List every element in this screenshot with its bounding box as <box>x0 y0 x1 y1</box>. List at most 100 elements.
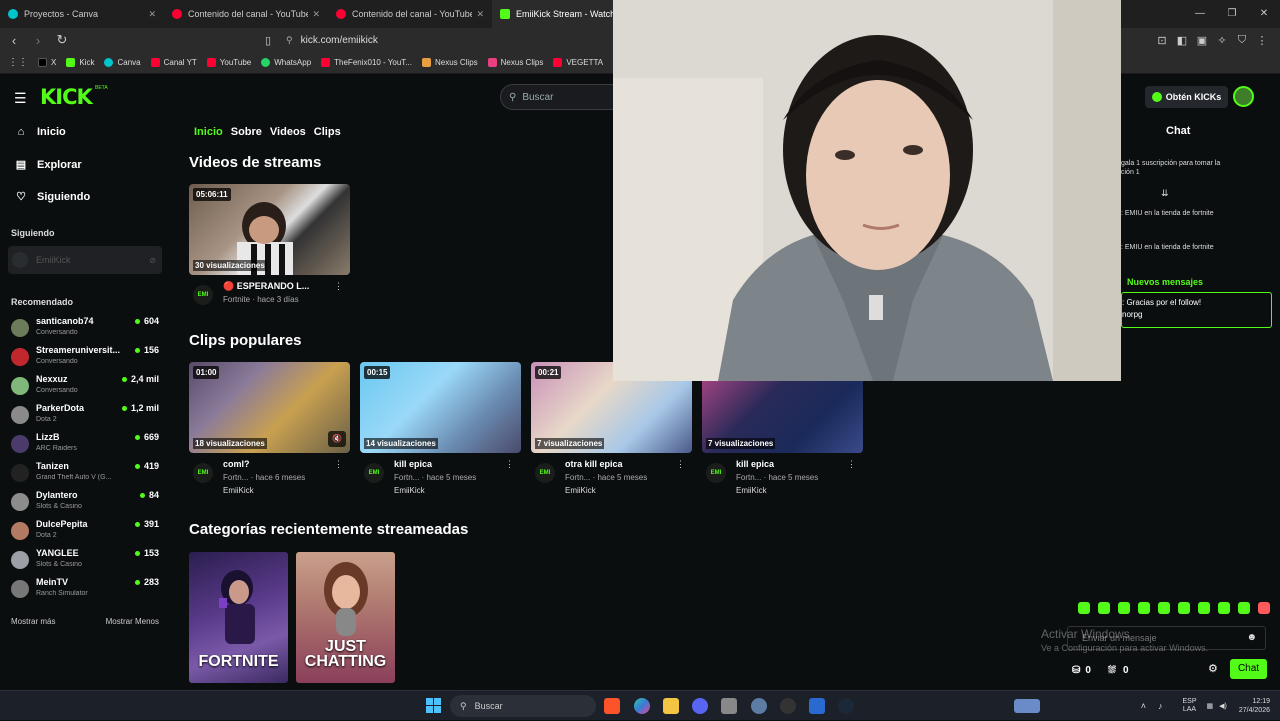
close-window-icon[interactable]: ✕ <box>1248 0 1280 28</box>
clip-card[interactable]: 00:15 14 visualizaciones EMI kill epica Fort… <box>360 362 521 497</box>
recommended-channel[interactable]: Streameruniversit... Conversando 156 <box>11 345 159 373</box>
collections-icon[interactable]: ▣ <box>1192 34 1212 47</box>
clock[interactable]: 12:19 27/4/2026 <box>1239 697 1270 715</box>
sidebar-icon[interactable]: ◧ <box>1172 34 1192 47</box>
volume-icon[interactable]: ◀) <box>1219 702 1227 710</box>
recommended-channel[interactable]: ParkerDota Dota 2 1,2 mil <box>11 403 159 431</box>
file-explorer-icon[interactable] <box>663 698 679 714</box>
clip-card[interactable]: 00:21 7 visualizaciones EMI otra kill epica… <box>531 362 692 497</box>
clip-card[interactable]: 01:00 18 visualizaciones 🔇 EMI coml? Fortn...… <box>189 362 350 497</box>
send-chat-button[interactable]: Chat <box>1230 659 1267 679</box>
sidebar-item-inicio[interactable]: ⌂ Inicio <box>14 126 66 138</box>
close-icon[interactable]: ✕ <box>148 9 156 20</box>
bookmark-vegetta[interactable]: VEGETTA <box>553 58 603 67</box>
emote-icon[interactable] <box>1078 602 1090 614</box>
emote-icon[interactable] <box>1258 602 1270 614</box>
recommended-channel[interactable]: Nexxuz Conversando 2,4 mil <box>11 374 159 402</box>
clip-thumbnail[interactable]: 01:00 18 visualizaciones 🔇 <box>189 362 350 453</box>
recommended-channel[interactable]: YANGLEE Slots & Casino 153 <box>11 548 159 576</box>
recommended-channel[interactable]: MeinTV Ranch Simulator 283 <box>11 577 159 605</box>
taskbar-search[interactable]: ⚲ Buscar <box>450 695 1040 717</box>
more-options-icon[interactable]: ⋮ <box>505 459 514 470</box>
emoji-icon[interactable]: ☻ <box>1246 632 1257 643</box>
clip-author[interactable]: EmiiKick <box>394 486 425 495</box>
new-messages-label[interactable]: Nuevos mensajes <box>1127 277 1203 287</box>
menu-icon[interactable]: ⋮ <box>1252 34 1272 47</box>
chevron-up-icon[interactable]: ˄ <box>1141 701 1146 711</box>
windows-start-icon[interactable] <box>426 698 441 713</box>
minimize-icon[interactable]: — <box>1184 0 1216 28</box>
more-options-icon[interactable]: ⋮ <box>847 459 856 470</box>
copilot-icon[interactable] <box>634 698 650 714</box>
obs-icon[interactable] <box>780 698 796 714</box>
emote-icon[interactable] <box>1098 602 1110 614</box>
get-kicks-button[interactable]: Obtén KICKs <box>1145 86 1228 108</box>
video-title[interactable]: 🔴 ESPERANDO L... <box>223 281 323 292</box>
close-icon[interactable]: ✕ <box>312 9 320 20</box>
clip-title[interactable]: kill epica <box>394 459 494 469</box>
gifts-balance[interactable]: ⛆ 0 <box>1108 660 1129 680</box>
tab-sobre[interactable]: Sobre <box>231 126 262 138</box>
language-indicator[interactable]: ESP LAA <box>1182 698 1196 714</box>
reload-icon[interactable]: ↻ <box>52 32 72 48</box>
clip-card[interactable]: 7 visualizaciones EMI kill epica Fortn... ·… <box>702 362 863 497</box>
maximize-icon[interactable]: ❐ <box>1216 0 1248 28</box>
steam-icon[interactable] <box>838 698 854 714</box>
more-options-icon[interactable]: ⋮ <box>676 459 685 470</box>
app-icon[interactable] <box>809 698 825 714</box>
emote-icon[interactable] <box>1198 602 1210 614</box>
new-messages-box[interactable]: : Gracias por el follow! norpg <box>1121 292 1272 328</box>
recommended-channel[interactable]: santicanob74 Conversando 604 <box>11 316 159 344</box>
clip-thumbnail[interactable]: 00:15 14 visualizaciones <box>360 362 521 453</box>
chat-settings-icon[interactable]: ⚙ <box>1208 662 1218 675</box>
show-more-button[interactable]: Mostrar más <box>11 617 55 626</box>
brave-icon[interactable] <box>604 698 620 714</box>
clip-author[interactable]: EmiiKick <box>736 486 767 495</box>
site-info-icon[interactable]: ⚲ <box>286 35 293 46</box>
emote-icon[interactable] <box>1118 602 1130 614</box>
shield-icon[interactable]: ⛉ <box>1232 34 1252 47</box>
sidebar-item-siguiendo[interactable]: ♡ Siguiendo <box>14 190 90 204</box>
bookmark-canal-yt[interactable]: Canal YT <box>150 58 197 67</box>
emote-icon[interactable] <box>1178 602 1190 614</box>
show-less-button[interactable]: Mostrar Menos <box>106 617 159 626</box>
recommended-channel[interactable]: Dylantero Slots & Casino 84 <box>11 490 159 518</box>
more-options-icon[interactable]: ⋮ <box>334 281 343 292</box>
sidebar-item-explorar[interactable]: ▤ Explorar <box>14 158 82 172</box>
user-avatar[interactable] <box>1233 86 1254 107</box>
browser-tab-youtube-studio-2[interactable]: Contenido del canal - YouTube Studio ✕ <box>328 0 492 28</box>
bookmark-thefenix[interactable]: TheFenix010 - YouT... <box>321 58 412 67</box>
clip-author[interactable]: EmiiKick <box>565 486 596 495</box>
forward-icon[interactable]: › <box>28 33 48 48</box>
clip-author[interactable]: EmiiKick <box>223 486 254 495</box>
browser-tab-canva[interactable]: Proyectos - Canva ✕ <box>0 0 164 28</box>
close-icon[interactable]: ✕ <box>476 9 484 20</box>
bookmark-nexus-clips-2[interactable]: Nexus Clips <box>487 58 543 67</box>
category-card-fortnite[interactable]: FORTNITE <box>189 552 288 683</box>
video-card[interactable]: 05:06:11 30 visualizaciones EMI 🔴 ESPERA… <box>189 184 350 314</box>
kick-logo[interactable]: KICK <box>40 85 93 109</box>
mute-icon[interactable]: 🔇 <box>328 431 346 447</box>
tab-inicio[interactable]: Inicio <box>194 126 223 138</box>
extensions-icon[interactable]: ✧ <box>1212 34 1232 47</box>
recommended-channel[interactable]: LizzB ARC Raiders 669 <box>11 432 159 460</box>
chat-scroll-down-icon[interactable]: ⇊ <box>1161 188 1169 199</box>
following-channel-emiikick[interactable]: EmiiKick ⊘ <box>8 246 162 274</box>
emote-icon[interactable] <box>1138 602 1150 614</box>
mic-icon[interactable]: ♪ <box>1158 701 1163 711</box>
recommended-channel[interactable]: Tanizen Grand Theft Auto V (G... 419 <box>11 461 159 489</box>
network-icon[interactable]: ▦ <box>1207 702 1214 710</box>
more-options-icon[interactable]: ⋮ <box>334 459 343 470</box>
browser-tab-youtube-studio-1[interactable]: Contenido del canal - YouTube Studio ✕ <box>164 0 328 28</box>
bookmark-whatsapp[interactable]: WhatsApp <box>261 58 311 67</box>
video-thumbnail[interactable]: 05:06:11 30 visualizaciones <box>189 184 350 275</box>
emote-icon[interactable] <box>1218 602 1230 614</box>
back-icon[interactable]: ‹ <box>4 33 24 48</box>
bookmark-canva[interactable]: Canva <box>104 58 141 67</box>
url-field[interactable]: ⚲ kick.com/emiikick <box>272 31 612 49</box>
tab-videos[interactable]: Videos <box>270 126 306 138</box>
clip-title[interactable]: kill epica <box>736 459 836 469</box>
kicks-balance[interactable]: ⛁ 0 <box>1072 660 1091 680</box>
clip-title[interactable]: otra kill epica <box>565 459 665 469</box>
bookmark-nexus-clips-1[interactable]: Nexus Clips <box>421 58 478 67</box>
